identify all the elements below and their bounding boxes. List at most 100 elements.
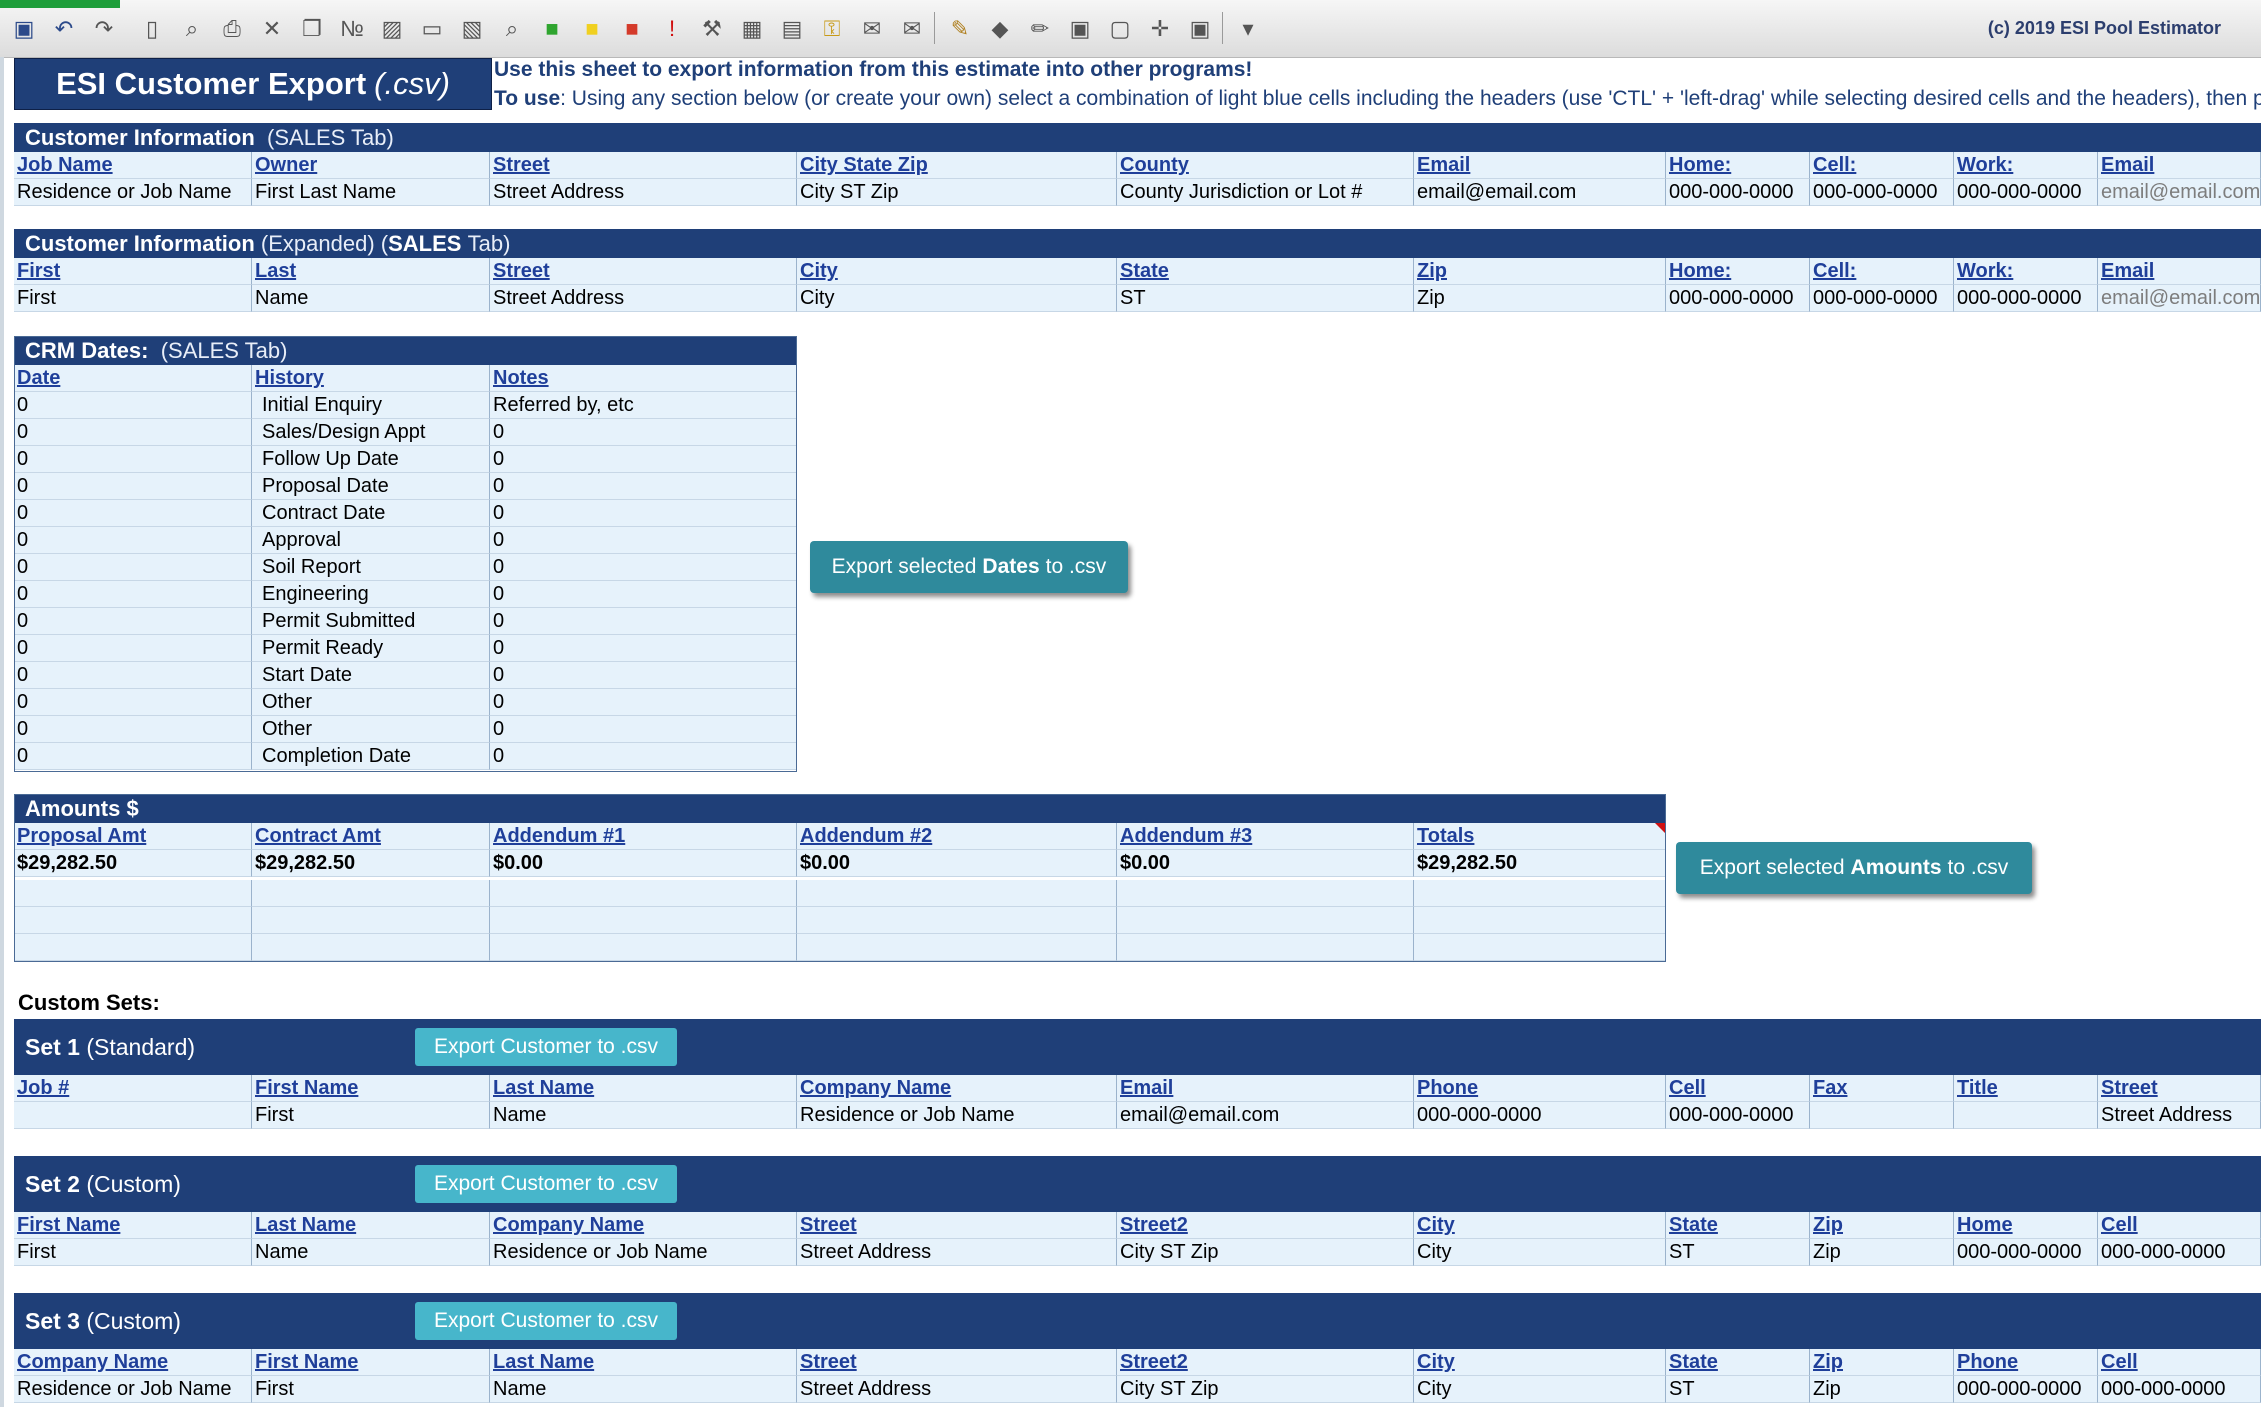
customer-info-header-cell[interactable]: Street	[490, 152, 797, 179]
customer-expanded-value-cell[interactable]: 000-000-0000	[1666, 285, 1810, 312]
yellow-fill-icon[interactable]: ■	[578, 15, 606, 43]
amounts-empty-cell[interactable]	[1414, 934, 1666, 961]
set3-header-cell[interactable]: Street	[797, 1349, 1117, 1376]
close-icon[interactable]: ✕	[258, 15, 286, 43]
customer-expanded-header-cell[interactable]: Home:	[1666, 258, 1810, 285]
save-icon[interactable]: ▣	[10, 15, 38, 43]
crm-history-cell[interactable]: Soil Report	[252, 554, 490, 581]
new-page-icon[interactable]: ▯	[138, 15, 166, 43]
customer-info-value-cell[interactable]: 000-000-0000	[1666, 179, 1810, 206]
set2-value-cell[interactable]: First	[14, 1239, 252, 1266]
tools-icon[interactable]: ⚒	[698, 15, 726, 43]
group-icon[interactable]: ▣	[1066, 15, 1094, 43]
set3-value-cell[interactable]: First	[252, 1376, 490, 1403]
customer-expanded-header-cell[interactable]: Last	[252, 258, 490, 285]
crm-date-cell[interactable]: 0	[14, 716, 252, 743]
set1-header-cell[interactable]: Fax	[1810, 1075, 1954, 1102]
crm-history-cell[interactable]: Start Date	[252, 662, 490, 689]
set3-value-cell[interactable]: Street Address	[797, 1376, 1117, 1403]
crm-notes-cell[interactable]: 0	[490, 500, 797, 527]
customer-info-value-cell[interactable]: City ST Zip	[797, 179, 1117, 206]
amounts-empty-cell[interactable]	[14, 880, 252, 907]
customer-info-header-cell[interactable]: Cell:	[1810, 152, 1954, 179]
crm-date-cell[interactable]: 0	[14, 419, 252, 446]
set2-value-cell[interactable]: ST	[1666, 1239, 1810, 1266]
print-icon[interactable]: ⎙	[218, 15, 246, 43]
amounts-header-cell[interactable]: Proposal Amt	[14, 823, 252, 850]
set3-header-cell[interactable]: Phone	[1954, 1349, 2098, 1376]
set2-value-cell[interactable]: Residence or Job Name	[490, 1239, 797, 1266]
set1-value-cell[interactable]	[14, 1102, 252, 1129]
crm-header-cell[interactable]: Date	[14, 365, 252, 392]
set1-header-cell[interactable]: Title	[1954, 1075, 2098, 1102]
set1-value-cell[interactable]: First	[252, 1102, 490, 1129]
crm-date-cell[interactable]: 0	[14, 608, 252, 635]
customer-expanded-header-cell[interactable]: Email	[2098, 258, 2261, 285]
set3-value-cell[interactable]: Zip	[1810, 1376, 1954, 1403]
amounts-empty-cell[interactable]	[797, 880, 1117, 907]
set1-value-cell[interactable]: Street Address	[2098, 1102, 2261, 1129]
amounts-value-cell[interactable]: $29,282.50	[14, 850, 252, 877]
set2-header-cell[interactable]: First Name	[14, 1212, 252, 1239]
set1-value-cell[interactable]: email@email.com	[1117, 1102, 1414, 1129]
set1-value-cell[interactable]: Residence or Job Name	[797, 1102, 1117, 1129]
customer-info-value-cell[interactable]: 000-000-0000	[1954, 179, 2098, 206]
set3-value-cell[interactable]: City	[1414, 1376, 1666, 1403]
set1-value-cell[interactable]: 000-000-0000	[1666, 1102, 1810, 1129]
crm-history-cell[interactable]: Engineering	[252, 581, 490, 608]
crm-history-cell[interactable]: Permit Submitted	[252, 608, 490, 635]
set1-header-cell[interactable]: Last Name	[490, 1075, 797, 1102]
exclamation-icon[interactable]: !	[658, 15, 686, 43]
crm-date-cell[interactable]: 0	[14, 635, 252, 662]
customer-expanded-header-cell[interactable]: State	[1117, 258, 1414, 285]
set1-header-cell[interactable]: Email	[1117, 1075, 1414, 1102]
set3-header-cell[interactable]: Last Name	[490, 1349, 797, 1376]
customer-info-value-cell[interactable]: Street Address	[490, 179, 797, 206]
amounts-empty-cell[interactable]	[1117, 934, 1414, 961]
set1-export-button[interactable]: Export Customer to .csv	[415, 1028, 677, 1066]
crm-history-cell[interactable]: Sales/Design Appt	[252, 419, 490, 446]
amounts-empty-cell[interactable]	[490, 934, 797, 961]
crm-history-cell[interactable]: Completion Date	[252, 743, 490, 770]
overflow-icon[interactable]: ▾	[1234, 15, 1262, 43]
customer-expanded-value-cell[interactable]: Zip	[1414, 285, 1666, 312]
set1-header-cell[interactable]: Street	[2098, 1075, 2261, 1102]
crm-date-cell[interactable]: 0	[14, 500, 252, 527]
set3-header-cell[interactable]: First Name	[252, 1349, 490, 1376]
customer-expanded-value-cell[interactable]: 000-000-0000	[1954, 285, 2098, 312]
set2-header-cell[interactable]: Street2	[1117, 1212, 1414, 1239]
amounts-value-cell[interactable]: $29,282.50	[252, 850, 490, 877]
export-amounts-button[interactable]: Export selected Amounts to .csv	[1676, 842, 2032, 894]
set2-export-button[interactable]: Export Customer to .csv	[415, 1165, 677, 1203]
folder-icon[interactable]: ▭	[418, 15, 446, 43]
crm-date-cell[interactable]: 0	[14, 554, 252, 581]
amounts-value-cell[interactable]: $29,282.50	[1414, 850, 1666, 877]
set2-value-cell[interactable]: 000-000-0000	[1954, 1239, 2098, 1266]
crm-notes-cell[interactable]: 0	[490, 743, 797, 770]
crm-date-cell[interactable]: 0	[14, 446, 252, 473]
set2-value-cell[interactable]: Street Address	[797, 1239, 1117, 1266]
set3-value-cell[interactable]: 000-000-0000	[1954, 1376, 2098, 1403]
crm-notes-cell[interactable]: 0	[490, 716, 797, 743]
amounts-empty-cell[interactable]	[490, 907, 797, 934]
crm-notes-cell[interactable]: 0	[490, 581, 797, 608]
amounts-empty-cell[interactable]	[252, 907, 490, 934]
set3-header-cell[interactable]: Company Name	[14, 1349, 252, 1376]
crm-header-cell[interactable]: Notes	[490, 365, 797, 392]
set1-header-cell[interactable]: Company Name	[797, 1075, 1117, 1102]
amounts-empty-cell[interactable]	[14, 934, 252, 961]
print-preview-icon[interactable]: ⌕	[178, 15, 206, 43]
set2-header-cell[interactable]: Street	[797, 1212, 1117, 1239]
crm-notes-cell[interactable]: 0	[490, 689, 797, 716]
calendar-icon[interactable]: ▦	[738, 15, 766, 43]
redo-icon[interactable]: ↷	[90, 15, 118, 43]
set2-header-cell[interactable]: Last Name	[252, 1212, 490, 1239]
set2-header-cell[interactable]: City	[1414, 1212, 1666, 1239]
set3-header-cell[interactable]: State	[1666, 1349, 1810, 1376]
set2-header-cell[interactable]: State	[1666, 1212, 1810, 1239]
amounts-header-cell[interactable]: Addendum #2	[797, 823, 1117, 850]
export-dates-button[interactable]: Export selected Dates to .csv	[810, 541, 1128, 593]
crm-notes-cell[interactable]: Referred by, etc	[490, 392, 797, 419]
customer-expanded-header-cell[interactable]: Zip	[1414, 258, 1666, 285]
customer-expanded-header-cell[interactable]: City	[797, 258, 1117, 285]
